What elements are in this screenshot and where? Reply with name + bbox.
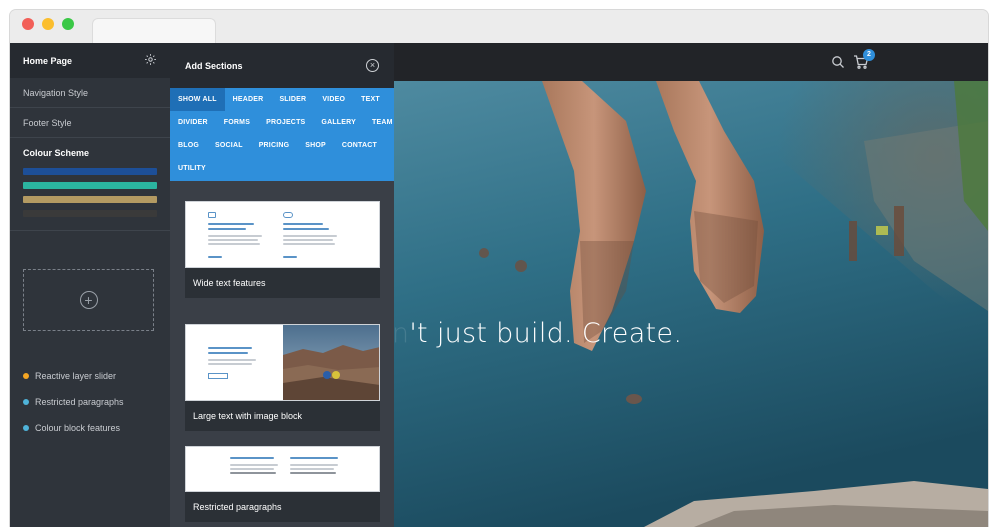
maximize-window-icon[interactable] [62, 18, 74, 30]
infinity-icon [283, 212, 293, 218]
list-item[interactable]: Restricted paragraphs [23, 389, 124, 415]
hero-headline: Don't just build. Create. [394, 318, 694, 349]
layout-icon [208, 212, 216, 218]
filter-contact[interactable]: CONTACT [334, 134, 385, 157]
section-card-large-text-image[interactable]: Large text with image block [185, 324, 380, 431]
filter-gallery[interactable]: GALLERY [313, 111, 364, 134]
builder-workspace: Home Page Navigation Style Footer Style … [10, 43, 988, 527]
filter-header[interactable]: HEADER [225, 88, 272, 111]
landscape-image [283, 325, 379, 400]
bullet-icon [23, 425, 29, 431]
section-thumbnail [185, 446, 380, 492]
hero-headline-faded: Don [394, 318, 410, 349]
section-thumbnail [185, 201, 380, 268]
section-thumbnail [185, 324, 380, 401]
add-section-drop-zone[interactable]: + [23, 269, 154, 331]
section-card-title: Large text with image block [193, 411, 303, 421]
sidebar-header: Home Page [10, 43, 170, 78]
colour-swatch-dark[interactable] [23, 210, 157, 217]
browser-tab[interactable] [92, 18, 216, 44]
filter-slider[interactable]: SLIDER [271, 88, 314, 111]
colour-swatch-blue[interactable] [23, 168, 157, 175]
filter-utility[interactable]: UTILITY [170, 157, 214, 180]
filter-projects[interactable]: PROJECTS [258, 111, 313, 134]
colour-scheme-panel: Colour Scheme [10, 138, 170, 231]
sidebar-item-label: Navigation Style [23, 87, 89, 98]
filter-forms[interactable]: FORMS [216, 111, 258, 134]
section-card-wide-text[interactable]: Wide text features [185, 201, 380, 298]
page-settings-sidebar: Home Page Navigation Style Footer Style … [10, 43, 170, 527]
list-item[interactable]: Reactive layer slider [23, 363, 124, 389]
section-filter-tabs: SHOW ALL HEADER SLIDER VIDEO TEXT DIVIDE… [170, 88, 394, 181]
colour-swatch-tan[interactable] [23, 196, 157, 203]
minimize-window-icon[interactable] [42, 18, 54, 30]
filter-social[interactable]: SOCIAL [207, 134, 251, 157]
page-title: Home Page [23, 55, 73, 66]
title-bar [10, 10, 988, 44]
list-item-label: Colour block features [35, 423, 121, 433]
hero-background [394, 81, 988, 527]
hero-image: Don't just build. Create. [394, 81, 988, 527]
hero-headline-text: 't just build. Create. [409, 318, 683, 349]
filter-blog[interactable]: BLOG [170, 134, 207, 157]
thumbnail-button [208, 373, 228, 379]
list-item-label: Restricted paragraphs [35, 397, 124, 407]
filter-show-all[interactable]: SHOW ALL [170, 88, 225, 111]
section-card-restricted-paragraphs[interactable]: Restricted paragraphs [185, 446, 380, 522]
sidebar-item-navigation-style[interactable]: Navigation Style [10, 78, 170, 108]
sidebar-item-label: Footer Style [23, 117, 72, 128]
filter-shop[interactable]: SHOP [297, 134, 334, 157]
filter-text[interactable]: TEXT [353, 88, 388, 111]
sections-header: Add Sections × [170, 43, 394, 88]
close-icon[interactable]: × [366, 59, 379, 72]
sidebar-item-footer-style[interactable]: Footer Style [10, 108, 170, 138]
sections-title: Add Sections [185, 60, 243, 71]
close-window-icon[interactable] [22, 18, 34, 30]
colour-scheme-label: Colour Scheme [23, 148, 90, 158]
filter-video[interactable]: VIDEO [314, 88, 353, 111]
bullet-icon [23, 399, 29, 405]
filter-pricing[interactable]: PRICING [251, 134, 298, 157]
cart-count-badge: 2 [863, 49, 875, 61]
section-list: Reactive layer slider Restricted paragra… [23, 363, 124, 441]
filter-divider[interactable]: DIVIDER [170, 111, 216, 134]
list-item-label: Reactive layer slider [35, 371, 117, 381]
preview-navbar: 2 [394, 43, 988, 81]
add-sections-panel: Add Sections × SHOW ALL HEADER SLIDER VI… [170, 43, 394, 527]
colour-swatch-teal[interactable] [23, 182, 157, 189]
list-item[interactable]: Colour block features [23, 415, 124, 441]
gear-icon[interactable] [144, 53, 157, 68]
browser-window: Home Page Navigation Style Footer Style … [10, 10, 988, 527]
search-icon[interactable] [831, 55, 845, 69]
page-preview: 2 n't just build. Create. [394, 43, 988, 527]
plus-icon[interactable]: + [79, 291, 98, 309]
section-card-title: Restricted paragraphs [193, 502, 282, 512]
section-card-title: Wide text features [193, 278, 266, 288]
bullet-icon [23, 373, 29, 379]
